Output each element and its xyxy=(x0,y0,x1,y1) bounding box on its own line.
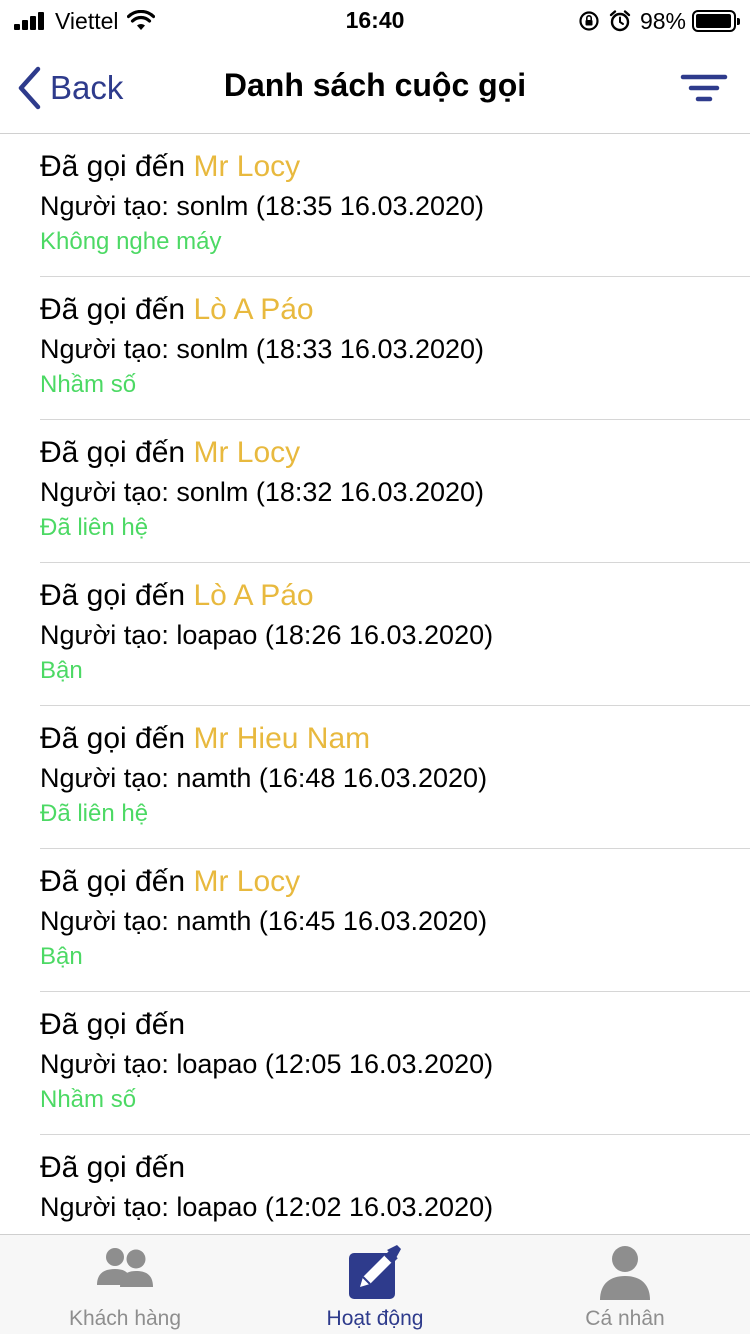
tab-activity[interactable]: Hoạt động xyxy=(250,1235,500,1334)
call-list-item[interactable]: Đã gọi đến Mr Locy Người tạo: namth (16:… xyxy=(40,849,750,992)
call-target-name: Mr Locy xyxy=(193,436,301,469)
call-status: Bận xyxy=(40,943,83,970)
navigation-bar: Back Danh sách cuộc gọi xyxy=(0,40,750,134)
call-list-item[interactable]: Đã gọi đến Mr Locy Người tạo: sonlm (18:… xyxy=(40,134,750,277)
call-list-item[interactable]: Đã gọi đến Lò A Páo Người tạo: sonlm (18… xyxy=(40,277,750,420)
call-target-name: Lò A Páo xyxy=(193,579,314,612)
call-prefix: Đã gọi đến xyxy=(40,1151,186,1184)
call-status: Bận xyxy=(40,657,83,684)
alarm-icon xyxy=(609,10,631,32)
call-title: Đã gọi đến Mr Locy xyxy=(40,865,300,899)
activity-edit-icon xyxy=(349,1245,401,1299)
call-title: Đã gọi đến xyxy=(40,1008,185,1042)
call-creator: Người tạo: sonlm (18:33 16.03.2020) xyxy=(40,334,485,364)
call-creator: Người tạo: loapao (18:26 16.03.2020) xyxy=(40,620,494,650)
call-title: Đã gọi đến Lò A Páo xyxy=(40,579,314,613)
orientation-lock-icon xyxy=(579,11,599,31)
status-bar: Viettel 16:40 98% xyxy=(0,0,750,40)
call-status: Đã liên hệ xyxy=(40,514,149,541)
call-prefix: Đã gọi đến xyxy=(40,722,186,755)
call-target-name: Mr Locy xyxy=(193,865,301,898)
call-status: Không nghe máy xyxy=(40,228,222,255)
call-creator: Người tạo: sonlm (18:35 16.03.2020) xyxy=(40,191,485,221)
call-target-name: Mr Locy xyxy=(193,150,301,183)
battery-fill xyxy=(696,14,732,28)
call-status: Nhầm số xyxy=(40,1086,137,1113)
call-title: Đã gọi đến Mr Hieu Nam xyxy=(40,722,370,756)
call-list-item[interactable]: Đã gọi đến Mr Hieu Nam Người tạo: namth … xyxy=(40,706,750,849)
page-title: Danh sách cuộc gọi xyxy=(223,67,527,103)
call-prefix: Đã gọi đến xyxy=(40,150,186,183)
call-prefix: Đã gọi đến xyxy=(40,436,186,469)
call-list-item[interactable]: Đã gọi đến Người tạo: loapao (12:02 16.0… xyxy=(40,1135,750,1234)
tab-label: Cá nhân xyxy=(585,1307,665,1330)
call-target-name: Lò A Páo xyxy=(193,293,314,326)
call-creator: Người tạo: namth (16:45 16.03.2020) xyxy=(40,906,488,936)
call-list-item[interactable]: Đã gọi đến Mr Locy Người tạo: sonlm (18:… xyxy=(40,420,750,563)
call-title: Đã gọi đến Mr Locy xyxy=(40,436,300,470)
person-icon xyxy=(600,1246,650,1300)
call-list-item[interactable]: Đã gọi đến Người tạo: loapao (12:05 16.0… xyxy=(40,992,750,1135)
call-prefix: Đã gọi đến xyxy=(40,865,186,898)
battery-icon xyxy=(692,10,740,32)
customers-icon xyxy=(97,1248,153,1287)
call-list: Đã gọi đến Mr Locy Người tạo: sonlm (18:… xyxy=(0,134,750,1234)
call-status: Nhầm số xyxy=(40,371,137,398)
tab-profile[interactable]: Cá nhân xyxy=(500,1235,750,1334)
filter-icon xyxy=(680,74,728,102)
call-prefix: Đã gọi đến xyxy=(40,1008,186,1041)
tab-label: Hoạt động xyxy=(326,1307,424,1330)
call-creator: Người tạo: loapao (12:05 16.03.2020) xyxy=(40,1049,494,1079)
filter-button[interactable] xyxy=(680,70,728,110)
call-title: Đã gọi đến Mr Locy xyxy=(40,150,300,184)
call-creator: Người tạo: sonlm (18:32 16.03.2020) xyxy=(40,477,485,507)
call-target-name: Mr Hieu Nam xyxy=(193,722,371,755)
battery-percentage: 98% xyxy=(639,7,686,34)
call-prefix: Đã gọi đến xyxy=(40,579,186,612)
tab-bar: Khách hàng Hoạt động Cá nhân xyxy=(0,1234,750,1334)
call-status: Đã liên hệ xyxy=(40,800,149,827)
status-right: 98% xyxy=(578,7,740,34)
tab-customers[interactable]: Khách hàng xyxy=(0,1235,250,1334)
tab-label: Khách hàng xyxy=(68,1307,182,1330)
call-creator: Người tạo: loapao (12:02 16.03.2020) xyxy=(40,1192,494,1222)
call-title: Đã gọi đến Lò A Páo xyxy=(40,293,314,327)
call-title: Đã gọi đến xyxy=(40,1151,185,1185)
call-list-item[interactable]: Đã gọi đến Lò A Páo Người tạo: loapao (1… xyxy=(40,563,750,706)
call-creator: Người tạo: namth (16:48 16.03.2020) xyxy=(40,763,488,793)
call-prefix: Đã gọi đến xyxy=(40,293,186,326)
